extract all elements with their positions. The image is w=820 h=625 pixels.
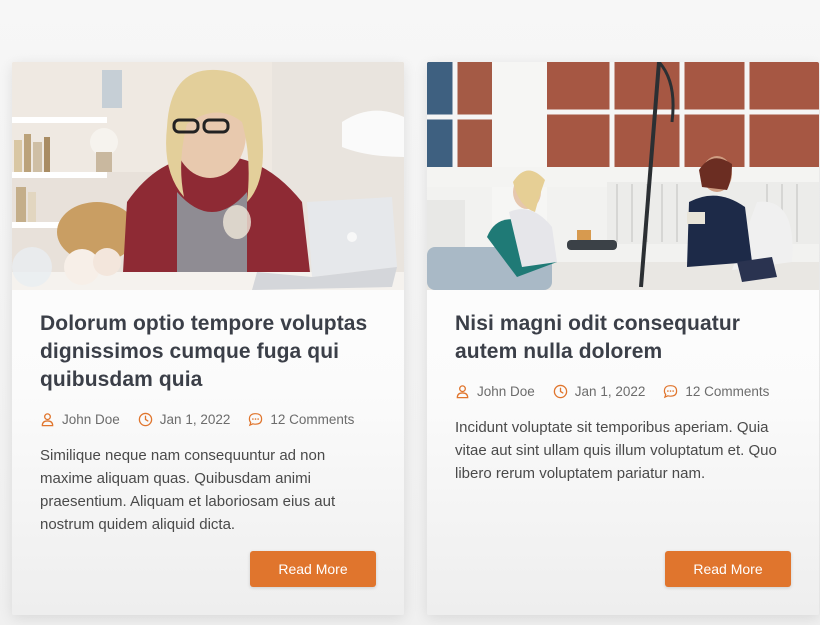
post-comments[interactable]: 12 Comments — [663, 384, 769, 399]
clock-icon — [553, 384, 568, 399]
post-author[interactable]: John Doe — [455, 384, 535, 399]
post-comments-count: 12 Comments — [270, 412, 355, 427]
post-meta: John Doe Jan 1, 2022 12 Comments — [40, 412, 376, 427]
comment-icon — [663, 384, 678, 399]
post-comments-count: 12 Comments — [685, 384, 770, 399]
clock-icon — [138, 412, 153, 427]
read-more-button[interactable]: Read More — [665, 551, 791, 587]
comment-icon — [248, 412, 263, 427]
read-more-button[interactable]: Read More — [250, 551, 376, 587]
post-title[interactable]: Nisi magni odit consequatur autem nulla … — [455, 310, 791, 366]
post-image-counseling-session[interactable] — [427, 62, 819, 290]
post-image-woman-laptop[interactable] — [12, 62, 404, 290]
post-date[interactable]: Jan 1, 2022 — [553, 384, 646, 399]
post-title[interactable]: Dolorum optio tempore voluptas dignissim… — [40, 310, 376, 394]
post-author[interactable]: John Doe — [40, 412, 120, 427]
post-thumbnail[interactable] — [427, 62, 819, 290]
user-icon — [455, 384, 470, 399]
post-thumbnail[interactable] — [12, 62, 404, 290]
blog-card: Dolorum optio tempore voluptas dignissim… — [12, 62, 404, 615]
user-icon — [40, 412, 55, 427]
post-author-name: John Doe — [62, 412, 120, 427]
post-author-name: John Doe — [477, 384, 535, 399]
blog-card: Nisi magni odit consequatur autem nulla … — [427, 62, 819, 615]
post-date[interactable]: Jan 1, 2022 — [138, 412, 231, 427]
post-date-text: Jan 1, 2022 — [159, 412, 231, 427]
post-meta: John Doe Jan 1, 2022 12 Comments — [455, 384, 791, 399]
post-date-text: Jan 1, 2022 — [574, 384, 646, 399]
post-comments[interactable]: 12 Comments — [248, 412, 354, 427]
post-excerpt: Similique neque nam consequuntur ad non … — [40, 447, 336, 533]
blog-posts-section: Dolorum optio tempore voluptas dignissim… — [0, 0, 820, 625]
post-excerpt: Incidunt voluptate sit temporibus aperia… — [455, 419, 777, 482]
